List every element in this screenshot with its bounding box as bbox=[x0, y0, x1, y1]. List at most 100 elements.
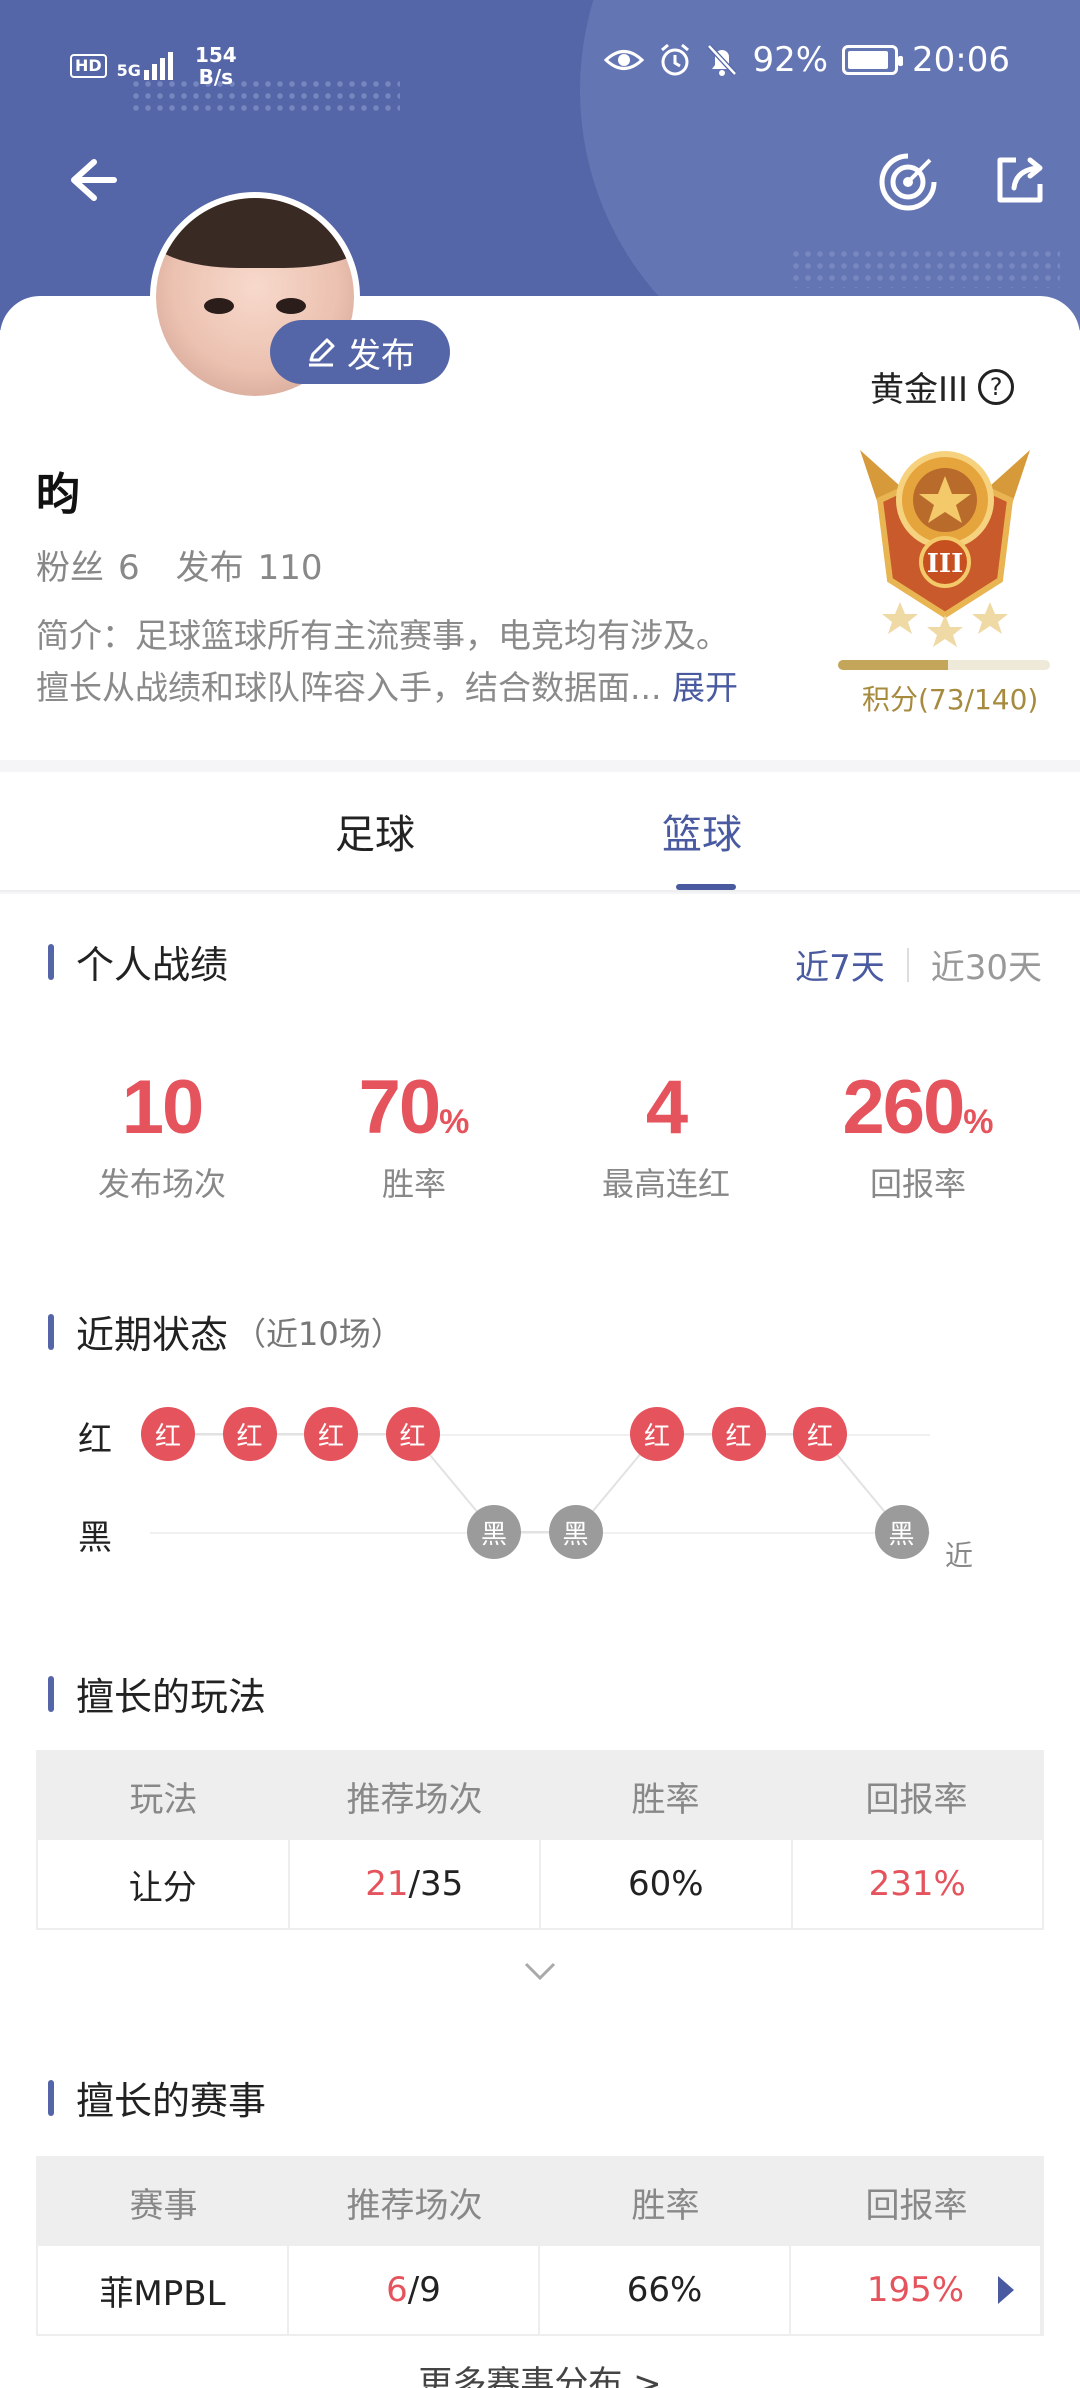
play-return: 231% bbox=[868, 1864, 966, 1904]
header-cell: 胜率 bbox=[631, 1779, 700, 1820]
battery-percent: 92% bbox=[752, 40, 829, 80]
play-total: /35 bbox=[408, 1864, 464, 1904]
gold-rank-medal-icon: III bbox=[860, 450, 1030, 647]
event-rate: 66% bbox=[540, 2246, 791, 2334]
metric-posts: 10 发布场次 bbox=[36, 1064, 288, 1205]
tab-basketball[interactable]: 篮球 bbox=[662, 802, 742, 860]
event-count: 6/9 bbox=[289, 2246, 540, 2334]
play-arrow-icon[interactable] bbox=[998, 2276, 1014, 2304]
section-title-record: 个人战绩 bbox=[48, 934, 228, 989]
eye-icon bbox=[604, 50, 645, 70]
signal-label: 5G bbox=[116, 61, 141, 80]
metric-value: 260 bbox=[842, 1065, 965, 1150]
hd-indicator: HD bbox=[70, 54, 107, 78]
plays-table: 玩法 推荐场次 胜率 回报率 让分 21/35 60% 231% bbox=[36, 1750, 1044, 1930]
speed-value: 154 bbox=[194, 43, 237, 67]
metric-label: 最高连红 bbox=[601, 1165, 730, 1203]
form-result-dot: 红 bbox=[304, 1407, 358, 1461]
header-cell: 回报率 bbox=[865, 2185, 968, 2226]
metric-unit: % bbox=[439, 1103, 470, 1141]
metric-label: 发布场次 bbox=[97, 1165, 226, 1203]
event-total: /9 bbox=[407, 2270, 441, 2310]
form-result-dot: 黑 bbox=[874, 1505, 929, 1559]
form-result-dot: 红 bbox=[711, 1407, 766, 1461]
header-cell: 回报率 bbox=[865, 1779, 968, 1820]
metric-label: 回报率 bbox=[869, 1165, 966, 1203]
header-cell: 推荐场次 bbox=[346, 1779, 483, 1820]
main-content: 个人战绩 近7天 近30天 10 发布场次 70% 胜率 4 最高连红 260%… bbox=[0, 894, 1080, 2388]
profile-intro: 简介：足球篮球所有主流赛事，电竞均有涉及。 擅长从战绩和球队阵容入手，结合数据面… bbox=[36, 610, 826, 714]
table-row[interactable]: 让分 21/35 60% 231% bbox=[38, 1840, 1042, 1928]
alarm-icon bbox=[661, 43, 690, 76]
form-result-dot: 红 bbox=[385, 1407, 440, 1461]
header-cell: 胜率 bbox=[631, 2185, 700, 2226]
events-table: 赛事 推荐场次 胜率 回报率 菲MPBL 6/9 66% 195% bbox=[36, 2156, 1044, 2336]
play-name: 让分 bbox=[38, 1840, 290, 1928]
event-wins: 6 bbox=[386, 2270, 408, 2310]
clock: 20:06 bbox=[912, 40, 1010, 80]
back-arrow-icon[interactable] bbox=[58, 150, 118, 210]
event-name: 菲MPBL bbox=[38, 2246, 289, 2334]
divider bbox=[906, 947, 909, 982]
table-row[interactable]: 菲MPBL 6/9 66% 195% bbox=[38, 2246, 1042, 2334]
chevron-down-icon[interactable] bbox=[522, 1954, 558, 1990]
header-cell: 推荐场次 bbox=[346, 2185, 483, 2226]
intro-line: 简介：足球篮球所有主流赛事，电竞均有涉及。 bbox=[36, 616, 729, 655]
play-wins: 21 bbox=[365, 1864, 409, 1904]
help-icon[interactable]: ? bbox=[978, 368, 1015, 405]
sport-tabs: 足球 篮球 bbox=[0, 772, 1080, 892]
recent-form-chart: 红 黑 近 红红红红黑黑红红红黑 bbox=[0, 1394, 1080, 1594]
near-label: 近 bbox=[945, 1539, 974, 1572]
publish-button[interactable]: 发布 bbox=[270, 320, 450, 384]
form-result-dot: 红 bbox=[222, 1407, 277, 1461]
play-rate: 60% bbox=[541, 1840, 793, 1928]
rank-score: 积分(73/140) bbox=[862, 683, 1039, 716]
metric-unit: % bbox=[963, 1103, 994, 1141]
tab-football[interactable]: 足球 bbox=[335, 802, 415, 860]
record-metrics: 10 发布场次 70% 胜率 4 最高连红 260% 回报率 bbox=[0, 1064, 1080, 1205]
rank-progress-fill bbox=[838, 660, 949, 670]
battery-icon bbox=[842, 45, 904, 75]
expand-link[interactable]: 展开 bbox=[672, 668, 738, 707]
header-dots bbox=[790, 248, 1060, 288]
recent-subtitle: （近10场） bbox=[234, 1314, 403, 1353]
status-bar: HD 5G 154 B/s 92% 20:06 bbox=[0, 0, 1080, 130]
recent-title: 近期状态 bbox=[76, 1313, 229, 1357]
section-title-recent: 近期状态 （近10场） bbox=[48, 1304, 403, 1359]
share-icon[interactable] bbox=[990, 150, 1050, 210]
rank-progress-bar bbox=[838, 660, 1050, 670]
publish-label: 发布 bbox=[347, 335, 415, 376]
mute-bell-icon bbox=[707, 44, 738, 76]
events-title: 擅长的赛事 bbox=[76, 2079, 267, 2123]
record-title: 个人战绩 bbox=[76, 943, 229, 987]
range-7-days[interactable]: 近7天 bbox=[795, 940, 885, 989]
username: 昀 bbox=[36, 469, 80, 520]
network-speed: 154 B/s bbox=[195, 44, 237, 88]
form-result-dot: 黑 bbox=[467, 1505, 521, 1559]
battery-level bbox=[848, 51, 889, 69]
fans-count[interactable]: 6 bbox=[118, 548, 140, 588]
rank-title[interactable]: 黄金III ? bbox=[870, 362, 1015, 411]
metric-label: 胜率 bbox=[381, 1165, 446, 1203]
header-cell: 玩法 bbox=[129, 1779, 198, 1820]
play-count: 21/35 bbox=[290, 1840, 541, 1928]
intro-line: 擅长从战绩和球队阵容入手，结合数据面... bbox=[36, 668, 662, 707]
table-header: 赛事 推荐场次 胜率 回报率 bbox=[38, 2158, 1042, 2246]
table-header: 玩法 推荐场次 胜率 回报率 bbox=[38, 1752, 1042, 1840]
metric-value: 70 bbox=[358, 1065, 442, 1150]
range-30-days[interactable]: 近30天 bbox=[931, 940, 1042, 989]
metric-max-streak: 4 最高连红 bbox=[540, 1064, 792, 1205]
header-cell: 赛事 bbox=[129, 2185, 198, 2226]
metric-return-rate: 260% 回报率 bbox=[792, 1064, 1044, 1205]
signal-icon: 5G bbox=[117, 52, 173, 80]
metric-value: 4 bbox=[645, 1065, 688, 1150]
more-events-link[interactable]: 更多赛事分布 > bbox=[0, 2356, 1080, 2388]
target-icon[interactable] bbox=[876, 150, 940, 214]
speed-unit: B/s bbox=[198, 65, 234, 89]
section-title-events: 擅长的赛事 bbox=[48, 2070, 266, 2125]
form-result-dot: 红 bbox=[141, 1407, 195, 1461]
plays-title: 擅长的玩法 bbox=[76, 1675, 267, 1719]
form-result-dot: 红 bbox=[793, 1407, 847, 1461]
range-switch: 近7天 近30天 bbox=[795, 940, 1042, 989]
posts-count[interactable]: 110 bbox=[258, 548, 323, 588]
